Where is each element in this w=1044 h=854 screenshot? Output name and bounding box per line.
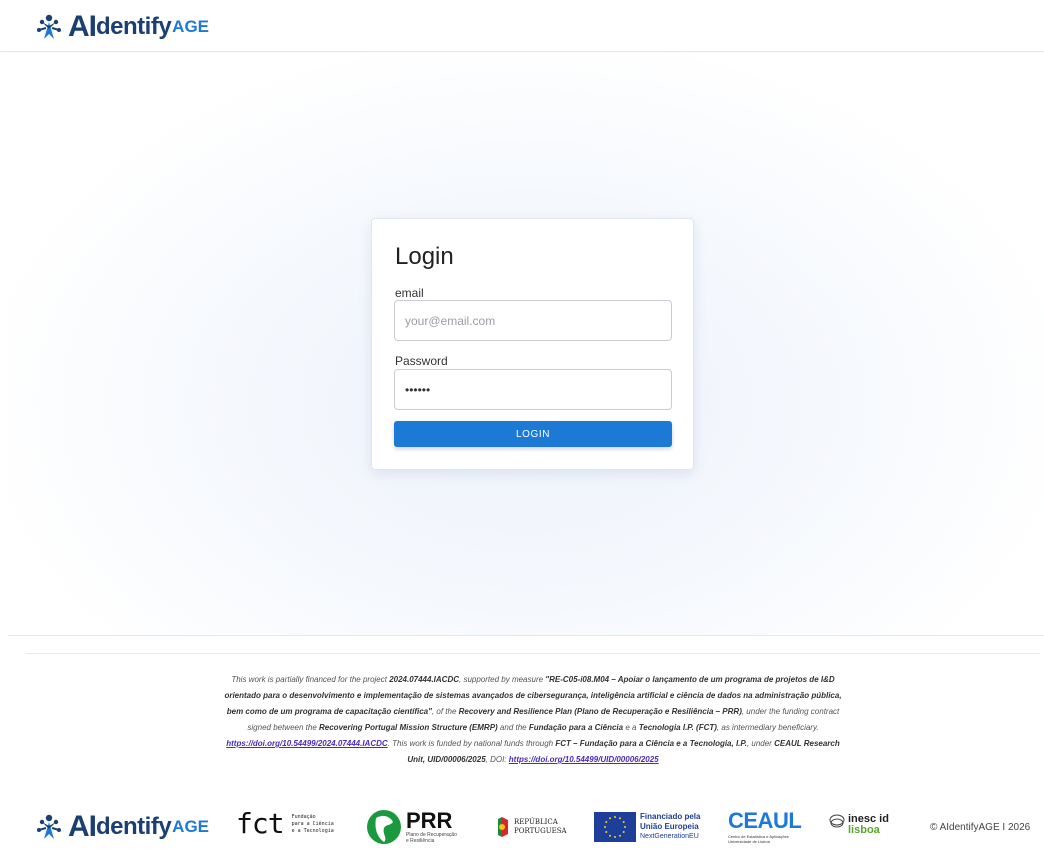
inesc-swirl-icon xyxy=(829,814,845,828)
footer-inner-divider xyxy=(26,653,1040,654)
email-label: email xyxy=(395,286,424,300)
logo-text-ai: AI xyxy=(68,10,97,43)
fct-subtext: Fundação xyxy=(291,813,316,820)
republica-portuguesa-logo: REPÚBLICA PORTUGUESA xyxy=(496,817,567,837)
fct-subtext: para a Ciência xyxy=(291,820,334,827)
email-input[interactable] xyxy=(394,300,672,341)
prr-plan-name: Recovery and Resilience Plan (Plano de R… xyxy=(458,707,742,716)
funding-text: , of the xyxy=(431,707,459,716)
login-title: Login xyxy=(395,243,454,270)
prr-emblem-icon xyxy=(367,810,401,844)
funding-statement: This work is partially financed for the … xyxy=(218,672,848,768)
emrp-name: Recovering Portugal Mission Structure (E… xyxy=(319,723,498,732)
fct-subtext: e a Tecnologia xyxy=(291,827,334,834)
password-label: Password xyxy=(395,354,448,368)
logo-text-dentify: dentify xyxy=(96,13,172,40)
eu-flag-icon xyxy=(594,812,636,842)
password-input[interactable] xyxy=(394,369,672,410)
aidentifyage-logo-icon xyxy=(37,814,61,839)
republica-text: PORTUGUESA xyxy=(514,827,567,835)
funding-text: . This work is funded by national funds … xyxy=(387,739,556,748)
fct-full-name: FCT – Fundação para a Ciência e a Tecnol… xyxy=(555,739,747,748)
prr-logo: PRR Plano de Recuperação e Resiliência xyxy=(366,808,457,846)
footer-divider xyxy=(8,635,1044,636)
funding-text: and the xyxy=(497,723,529,732)
logo-text-dentify: dentify xyxy=(96,813,172,840)
copyright-text: © AIdentifyAGE I 2026 xyxy=(930,822,1031,833)
funding-text: , DOI: xyxy=(485,755,509,764)
inesc-id-logo: inesc id lisboa xyxy=(828,808,889,836)
footer-app-logo: AI dentify AGE xyxy=(34,810,209,844)
funding-text: , under xyxy=(746,739,775,748)
login-card: Login email Password LOGIN xyxy=(371,218,694,470)
project-code: 2024.07444.IACDC xyxy=(389,675,460,684)
ceaul-logo-text: CEAUL xyxy=(728,808,802,833)
logo-text-age: AGE xyxy=(172,817,210,836)
ceaul-doi-link[interactable]: https://doi.org/10.54499/UID/00006/2025 xyxy=(509,755,659,764)
eu-text: Financiado pela xyxy=(640,812,701,821)
login-button[interactable]: LOGIN xyxy=(394,421,672,447)
app-logo[interactable]: AI dentify AGE xyxy=(34,10,209,44)
portugal-flag-icon xyxy=(498,817,508,837)
republica-text: REPÚBLICA xyxy=(514,818,558,826)
prr-subtext: e Resiliência xyxy=(406,838,435,844)
funding-text: This work is partially financed for the … xyxy=(231,675,390,684)
funding-text: , as intermediary beneficiary. xyxy=(716,723,819,732)
eu-text: União Europeia xyxy=(640,822,699,831)
aidentifyage-logo-icon xyxy=(37,14,61,39)
prr-logo-text: PRR xyxy=(406,808,453,833)
inesc-text: lisboa xyxy=(848,824,880,836)
fct-logo-text: fct xyxy=(236,807,285,840)
ceaul-subtext: Centro de Estatística e Aplicações Unive… xyxy=(728,834,789,844)
fct-name-part2: Tecnologia I.P. (FCT) xyxy=(638,723,717,732)
funding-text: e a xyxy=(623,723,639,732)
ceaul-logo: CEAUL Centro de Estatística e Aplicações… xyxy=(728,808,802,845)
project-doi-link[interactable]: https://doi.org/10.54499/2024.07444.IACD… xyxy=(226,739,387,748)
logo-text-ai: AI xyxy=(68,810,97,843)
funding-text: , supported by measure xyxy=(459,675,546,684)
fct-name-part1: Fundação para a Ciência xyxy=(528,723,624,732)
logo-text-age: AGE xyxy=(172,17,210,36)
eu-text: NextGenerationEU xyxy=(640,833,699,840)
fct-logo: fct Fundação para a Ciência e a Tecnolog… xyxy=(236,810,334,838)
eu-funding-logo: Financiado pela União Europeia NextGener… xyxy=(594,812,700,842)
